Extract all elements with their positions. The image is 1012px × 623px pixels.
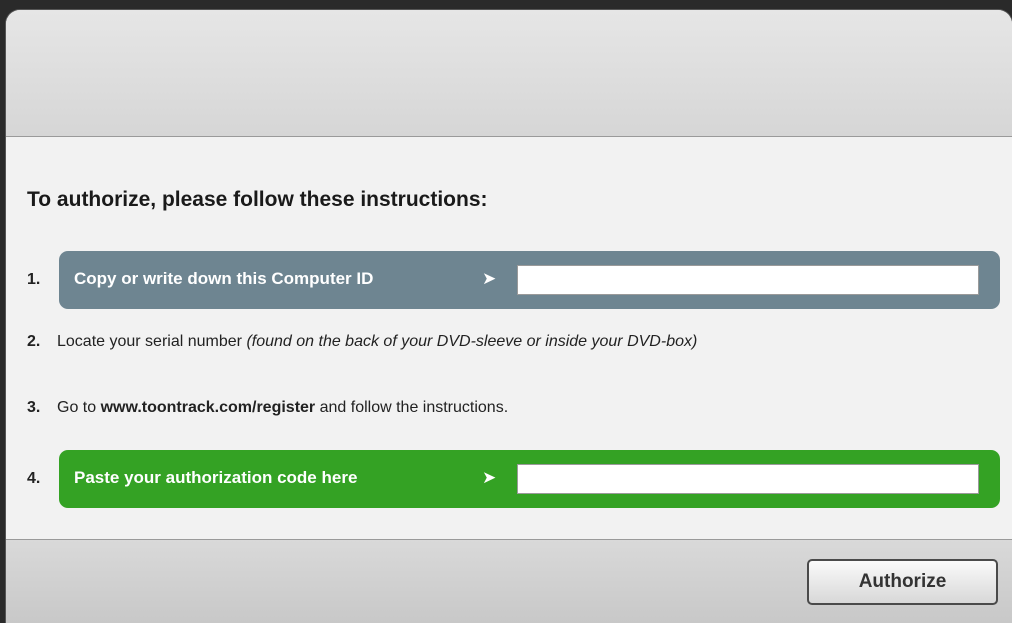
authorization-code-bar: Paste your authorization code here ➤ [59,450,1000,508]
authorization-dialog: To authorize, please follow these instru… [6,10,1012,623]
step-3-suffix: and follow the instructions. [315,399,509,416]
authorize-button[interactable]: Authorize [807,559,998,605]
authorization-code-label: Paste your authorization code here [74,468,358,487]
step-1-number: 1. [27,271,41,288]
computer-id-label: Copy or write down this Computer ID [74,269,374,288]
step-3: 3. Go to www.toontrack.com/register and f… [27,399,508,417]
instructions-heading: To authorize, please follow these instru… [27,188,488,211]
computer-id-bar: Copy or write down this Computer ID ➤ [59,251,1000,309]
register-link[interactable]: www.toontrack.com/register [101,399,316,416]
arrow-right-icon: ➤ [482,269,497,288]
step-3-prefix: Go to [57,399,101,416]
instructions-panel: To authorize, please follow these instru… [6,137,1012,539]
authorization-code-field[interactable] [517,464,979,494]
dialog-header [6,10,1012,137]
step-2-number: 2. [27,333,41,350]
computer-id-field[interactable] [517,265,979,295]
step-2-note: (found on the back of your DVD-sleeve or… [246,333,698,350]
arrow-right-icon: ➤ [482,468,497,487]
dialog-footer: Authorize [6,539,1012,623]
step-3-number: 3. [27,399,41,416]
step-2: 2. Locate your serial number (found on th… [27,333,697,351]
step-2-text: Locate your serial number [57,333,247,350]
step-4-number: 4. [27,470,41,487]
